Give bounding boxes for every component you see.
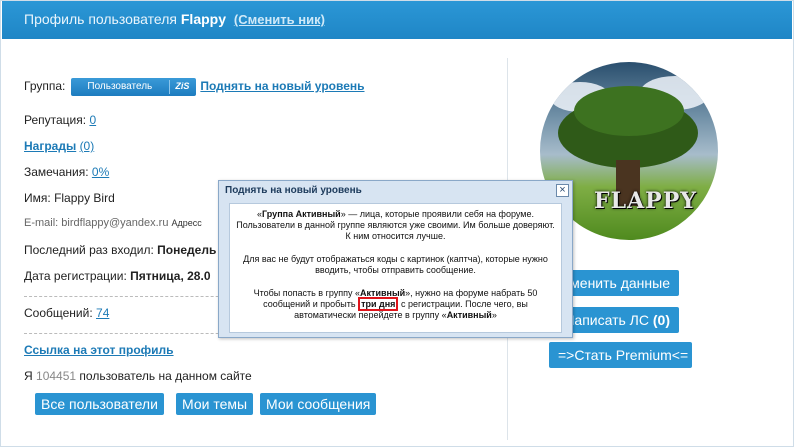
- profile-permalink[interactable]: Ссылка на этот профиль: [24, 343, 174, 357]
- popup-group-name: Активный: [446, 310, 492, 320]
- reg-date-value: Пятница, 28.0: [130, 269, 211, 283]
- tree-crown: [574, 86, 684, 136]
- profile-link-row: Ссылка на этот профиль: [24, 343, 174, 357]
- page-title: Профиль пользователя Flappy (Сменить ник…: [24, 11, 325, 27]
- reg-date-row: Дата регистрации: Пятница, 28.0: [24, 269, 211, 283]
- reputation-link[interactable]: 0: [89, 113, 96, 127]
- messages-row: Сообщений: 74: [24, 306, 109, 320]
- awards-row: Награды (0): [24, 139, 94, 153]
- messages-label: Сообщений:: [24, 306, 93, 320]
- awards-count-link[interactable]: (0): [80, 139, 95, 153]
- my-topics-button[interactable]: Мои темы: [176, 393, 254, 415]
- level-up-popup: Поднять на новый уровень × «Группа Актив…: [218, 180, 573, 338]
- popup-title: Поднять на новый уровень: [225, 185, 362, 196]
- my-messages-button[interactable]: Мои сообщения: [260, 393, 377, 415]
- group-row: Группа: Пользователь ZiS Поднять на новый у…: [24, 78, 365, 96]
- group-badge: Пользователь ZiS: [71, 78, 197, 96]
- popup-paragraph: Чтобы попасть в группу «Активный», нужно…: [236, 288, 555, 321]
- user-rank-number: 104451: [36, 369, 77, 383]
- title-prefix: Профиль пользователя: [24, 11, 177, 27]
- name-label: Имя:: [24, 191, 51, 205]
- popup-paragraph: «Группа Активный» — лица, которые прояви…: [236, 209, 555, 242]
- warnings-label: Замечания:: [24, 165, 89, 179]
- send-pm-count: (0): [652, 312, 670, 328]
- last-visit-row: Последний раз входил: Понедель: [24, 243, 216, 257]
- name-row: Имя: Flappy Bird: [24, 191, 115, 205]
- messages-link[interactable]: 74: [96, 306, 109, 320]
- all-users-button[interactable]: Все пользователи: [35, 393, 164, 415]
- awards-link[interactable]: Награды: [24, 139, 76, 153]
- warnings-link[interactable]: 0%: [92, 165, 109, 179]
- email-label: E-mail:: [24, 217, 59, 229]
- warnings-row: Замечания: 0%: [24, 165, 109, 179]
- avatar-logo: FLAPPY: [594, 188, 697, 214]
- user-rank-suffix: пользователь на данном сайте: [79, 369, 252, 383]
- popup-group-name: Группа Активный: [262, 209, 341, 219]
- level-up-link[interactable]: Поднять на новый уровень: [200, 79, 364, 93]
- user-rank-prefix: Я: [24, 369, 33, 383]
- popup-text: Чтобы попасть в группу «: [253, 288, 361, 298]
- popup-paragraph: Для вас не будут отображаться коды с кар…: [243, 254, 548, 275]
- reputation-label: Репутация:: [24, 113, 87, 127]
- popup-text: »: [491, 310, 497, 320]
- email-row: E-mail: birdflappy@yandex.ru Адресс: [24, 217, 202, 229]
- group-code: ZiS: [175, 81, 190, 91]
- name-value: Flappy Bird: [54, 191, 115, 205]
- close-icon[interactable]: ×: [556, 184, 569, 197]
- popup-highlight: три дня: [358, 297, 399, 311]
- title-username: Flappy: [180, 11, 226, 27]
- popup-body: «Группа Активный» — лица, которые прояви…: [229, 203, 562, 333]
- profile-header: Профиль пользователя Flappy (Сменить ник…: [2, 1, 792, 39]
- change-nick-link[interactable]: (Сменить ник): [234, 12, 325, 27]
- reputation-row: Репутация: 0: [24, 113, 96, 127]
- group-name: Пользователь: [87, 81, 153, 92]
- group-badge-divider: [169, 80, 171, 94]
- email-value: birdflappy@yandex.ru: [61, 217, 169, 229]
- user-rank-row: Я 104451 пользователь на данном сайте: [24, 369, 252, 383]
- last-visit-label: Последний раз входил:: [24, 243, 154, 257]
- send-pm-label: Написать ЛС: [564, 312, 649, 328]
- group-label: Группа:: [24, 79, 66, 94]
- premium-button[interactable]: =>Стать Premium<=: [549, 342, 692, 368]
- reg-date-label: Дата регистрации:: [24, 269, 127, 283]
- last-visit-value: Понедель: [157, 243, 217, 257]
- email-note: Адресс: [171, 218, 202, 228]
